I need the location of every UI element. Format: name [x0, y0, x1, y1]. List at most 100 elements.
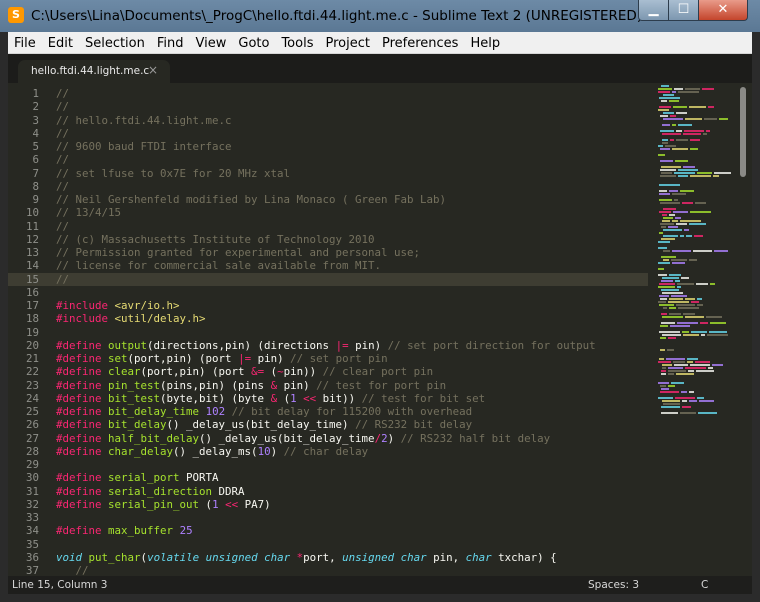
- code-line[interactable]: 16: [8, 286, 648, 299]
- code-line[interactable]: 21 #define set(port,pin) (port |= pin) //…: [8, 352, 648, 365]
- code-line[interactable]: 8 //: [8, 180, 648, 193]
- minimap-line: [682, 331, 689, 333]
- code-token: clear: [108, 365, 141, 379]
- code-editor[interactable]: 1 // 2 // 3 // hello.ftdi.44.light.me.c 4 // 5 //…: [8, 87, 648, 577]
- code-line[interactable]: 14 // license for commercial sale availab…: [8, 259, 648, 272]
- line-number: 7: [32, 166, 39, 180]
- minimap-line: [661, 388, 669, 390]
- code-line[interactable]: 17 #include <avr/io.h>: [8, 299, 648, 312]
- minimap-line: [658, 145, 663, 147]
- minimap-line: [668, 301, 689, 303]
- code-line[interactable]: 1 //: [8, 87, 648, 100]
- scrollbar-thumb[interactable]: [740, 87, 746, 177]
- minimap-line: [663, 403, 680, 405]
- minimap-line: [663, 250, 670, 252]
- window-titlebar[interactable]: S C:\Users\Lina\Documents\_ProgC\hello.f…: [0, 0, 760, 32]
- minimap-line: [680, 235, 684, 237]
- maximize-button[interactable]: ☐: [668, 0, 699, 21]
- minimap-line: [661, 100, 667, 102]
- code-line[interactable]: 10 // 13/4/15: [8, 206, 648, 219]
- minimap-line: [674, 364, 688, 366]
- minimap-line: [671, 295, 687, 297]
- menu-view[interactable]: View: [190, 33, 233, 54]
- code-line[interactable]: 23 #define pin_test(pins,pin) (pins & pin…: [8, 379, 648, 392]
- menu-selection[interactable]: Selection: [79, 33, 151, 54]
- minimap-line: [700, 322, 708, 324]
- minimap-line: [675, 280, 680, 282]
- code-token: // license for commercial sale available…: [56, 259, 382, 273]
- minimap-line: [698, 412, 717, 414]
- minimap-line: [662, 334, 681, 336]
- code-token: #define: [56, 444, 102, 458]
- tab-label: hello.ftdi.44.light.me.c: [31, 65, 150, 77]
- minimap-line: [659, 193, 670, 195]
- minimap-line: [695, 202, 706, 204]
- code-line[interactable]: 27 #define half_bit_delay() _delay_us(bit…: [8, 432, 648, 445]
- menu-goto[interactable]: Goto: [232, 33, 275, 54]
- menu-file[interactable]: File: [8, 33, 42, 54]
- menu-find[interactable]: Find: [151, 33, 190, 54]
- code-token: (: [199, 497, 213, 511]
- code-line[interactable]: 18 #include <util/delay.h>: [8, 312, 648, 325]
- minimap-line: [658, 154, 665, 156]
- minimap-line: [662, 367, 666, 369]
- code-token: // set lfuse to 0x7E for 20 MHz xtal: [56, 166, 291, 180]
- code-line[interactable]: 36 void put_char(volatile unsigned char *…: [8, 551, 648, 564]
- code-line[interactable]: 25 #define bit_delay_time 102 // bit dela…: [8, 405, 648, 418]
- line-number: 32: [25, 497, 39, 511]
- minimap-line: [668, 337, 676, 339]
- code-line[interactable]: 4 //: [8, 127, 648, 140]
- code-line[interactable]: 5 // 9600 baud FTDI interface: [8, 140, 648, 153]
- code-line[interactable]: 26 #define bit_delay() _delay_us(bit_dela…: [8, 418, 648, 431]
- code-text: #define bit_test(byte,bit) (byte & (1 <<…: [56, 392, 485, 405]
- code-line[interactable]: 7 // set lfuse to 0x7E for 20 MHz xtal: [8, 167, 648, 180]
- code-line[interactable]: 9 // Neil Gershenfeld modified by Lina Mo…: [8, 193, 648, 206]
- menu-edit[interactable]: Edit: [42, 33, 79, 54]
- code-line[interactable]: 22 #define clear(port,pin) (port &= (~pin…: [8, 365, 648, 378]
- menu-tools[interactable]: Tools: [275, 33, 319, 54]
- line-number: 13: [25, 246, 39, 259]
- minimap-line: [676, 130, 682, 132]
- indentation-setting[interactable]: Spaces: 3: [588, 576, 639, 594]
- code-token: bit)): [316, 391, 362, 405]
- minimize-button[interactable]: ▁: [638, 0, 669, 21]
- vertical-scrollbar[interactable]: [739, 87, 747, 573]
- code-line[interactable]: 35: [8, 538, 648, 551]
- code-line[interactable]: 28 #define char_delay() _delay_ms(10) // …: [8, 445, 648, 458]
- code-line[interactable]: 13 // Permission granted for experimental…: [8, 246, 648, 259]
- minimap-line: [678, 124, 692, 126]
- code-token: serial_port: [108, 471, 180, 485]
- syntax-mode[interactable]: C: [701, 576, 708, 594]
- tab-close-icon[interactable]: ×: [148, 63, 158, 77]
- minimap-line: [663, 118, 683, 120]
- code-line[interactable]: 11 //: [8, 220, 648, 233]
- code-line[interactable]: 20 #define output(directions,pin) (direct…: [8, 339, 648, 352]
- code-line[interactable]: 12 // (c) Massachusetts Institute of Tech…: [8, 233, 648, 246]
- code-line[interactable]: 3 // hello.ftdi.44.light.me.c: [8, 114, 648, 127]
- tab-file[interactable]: hello.ftdi.44.light.me.c ×: [18, 60, 170, 83]
- code-line[interactable]: 33: [8, 511, 648, 524]
- minimap[interactable]: [656, 83, 738, 573]
- code-line[interactable]: 31 #define serial_direction DDRA: [8, 485, 648, 498]
- code-line[interactable]: 32 #define serial_pin_out (1 << PA7): [8, 498, 648, 511]
- line-number: 21: [25, 352, 39, 365]
- line-number: 18: [25, 312, 39, 326]
- minimap-line: [661, 412, 678, 414]
- minimap-line: [703, 133, 707, 135]
- code-line[interactable]: 19: [8, 326, 648, 339]
- code-token: // set port pin: [290, 352, 388, 365]
- code-line[interactable]: 29: [8, 458, 648, 471]
- code-line[interactable]: 24 #define bit_test(byte,bit) (byte & (1 …: [8, 392, 648, 405]
- window-title: C:\Users\Lina\Documents\_ProgC\hello.ftd…: [31, 8, 643, 24]
- code-line[interactable]: 2 //: [8, 100, 648, 113]
- menu-preferences[interactable]: Preferences: [376, 33, 464, 54]
- code-line[interactable]: 34 #define max_buffer 25: [8, 524, 648, 537]
- menu-help[interactable]: Help: [464, 33, 506, 54]
- code-line[interactable]: 30 #define serial_port PORTA: [8, 471, 648, 484]
- minimap-line: [677, 283, 694, 285]
- minimap-line: [659, 232, 663, 234]
- close-button[interactable]: ✕: [698, 0, 748, 21]
- menu-project[interactable]: Project: [319, 33, 375, 54]
- code-line[interactable]: 6 //: [8, 153, 648, 166]
- code-line[interactable]: 15 //: [8, 272, 648, 286]
